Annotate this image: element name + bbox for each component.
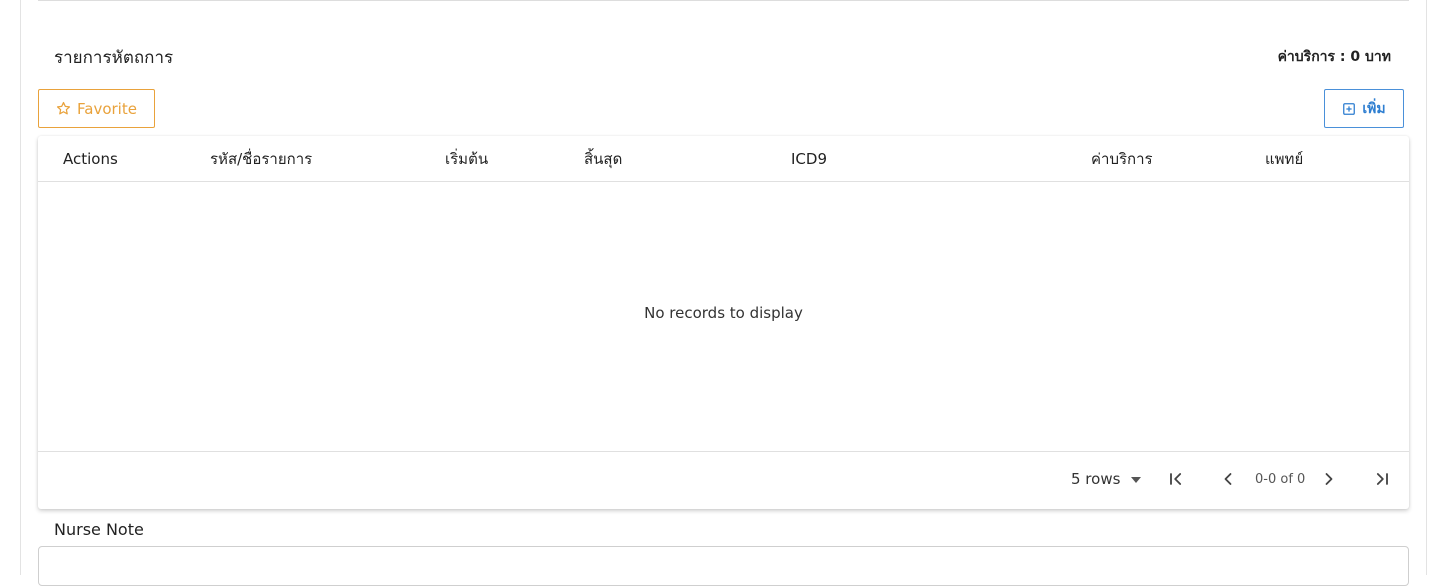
previous-page-button[interactable]: [1215, 468, 1241, 494]
top-divider: [38, 0, 1409, 1]
favorite-button[interactable]: Favorite: [38, 89, 155, 128]
column-header-icd9[interactable]: ICD9: [791, 149, 827, 169]
column-header-service-fee[interactable]: ค่าบริการ: [1091, 149, 1153, 169]
page-range: 0-0 of 0: [1255, 472, 1306, 487]
plus-square-icon: [1342, 102, 1356, 116]
section-title: รายการหัตถการ: [54, 48, 174, 68]
next-page-button[interactable]: [1316, 468, 1342, 494]
column-header-code-name[interactable]: รหัส/ชื่อรายการ: [210, 149, 312, 169]
add-label: เพิ่ม: [1362, 100, 1386, 117]
column-header-doctor[interactable]: แพทย์: [1265, 149, 1303, 169]
rows-per-page-select[interactable]: 5 rows: [1071, 470, 1142, 488]
star-outline-icon: [56, 101, 71, 116]
procedure-table: Actions รหัส/ชื่อรายการ เริ่มต้น สิ้นสุด…: [38, 136, 1409, 509]
column-header-end[interactable]: สิ้นสุด: [584, 149, 622, 169]
nurse-note-label: Nurse Note: [54, 520, 144, 539]
last-page-button[interactable]: [1369, 468, 1395, 494]
caret-down-icon: [1130, 470, 1142, 488]
chevron-left-icon: [1218, 469, 1238, 493]
first-page-icon: [1166, 469, 1186, 493]
nurse-note-input[interactable]: [38, 546, 1409, 586]
column-header-actions[interactable]: Actions: [63, 149, 118, 169]
empty-table-message: No records to display: [644, 304, 803, 322]
add-button[interactable]: เพิ่ม: [1324, 89, 1404, 128]
last-page-icon: [1372, 469, 1392, 493]
favorite-label: Favorite: [77, 99, 137, 118]
first-page-button[interactable]: [1163, 468, 1189, 494]
service-fee-total: ค่าบริการ : 0 บาท: [1277, 49, 1391, 65]
chevron-right-icon: [1319, 469, 1339, 493]
rows-per-page-value: 5 rows: [1071, 470, 1121, 488]
table-pagination: 5 rows 0-0 of 0: [38, 451, 1409, 509]
table-header: Actions รหัส/ชื่อรายการ เริ่มต้น สิ้นสุด…: [38, 136, 1409, 182]
column-header-start[interactable]: เริ่มต้น: [445, 149, 488, 169]
